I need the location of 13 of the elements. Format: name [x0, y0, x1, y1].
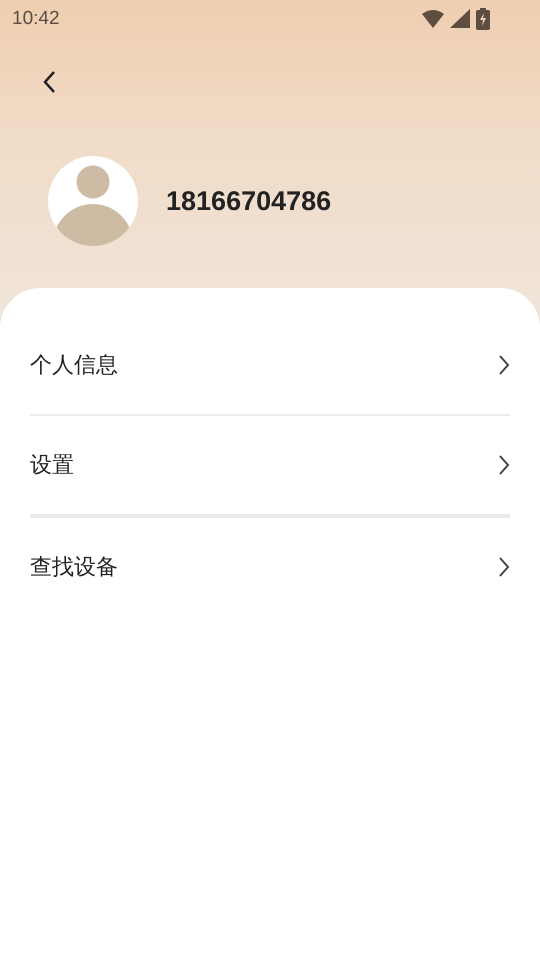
chevron-icon — [498, 454, 510, 476]
menu-item[interactable]: 个人信息 — [30, 316, 510, 414]
status-time: 10:42 — [12, 8, 60, 30]
battery-icon — [476, 8, 490, 30]
menu-item[interactable]: 查找设备 — [30, 518, 510, 616]
chevron-icon — [498, 354, 510, 376]
signal-icon — [450, 9, 470, 29]
avatar-icon — [48, 156, 138, 246]
menu-item[interactable]: 设置 — [30, 416, 510, 514]
back-icon[interactable] — [42, 70, 56, 94]
chevron-icon — [498, 556, 510, 578]
phone-number: 18166704786 — [166, 186, 332, 216]
wifi-icon — [422, 9, 444, 29]
